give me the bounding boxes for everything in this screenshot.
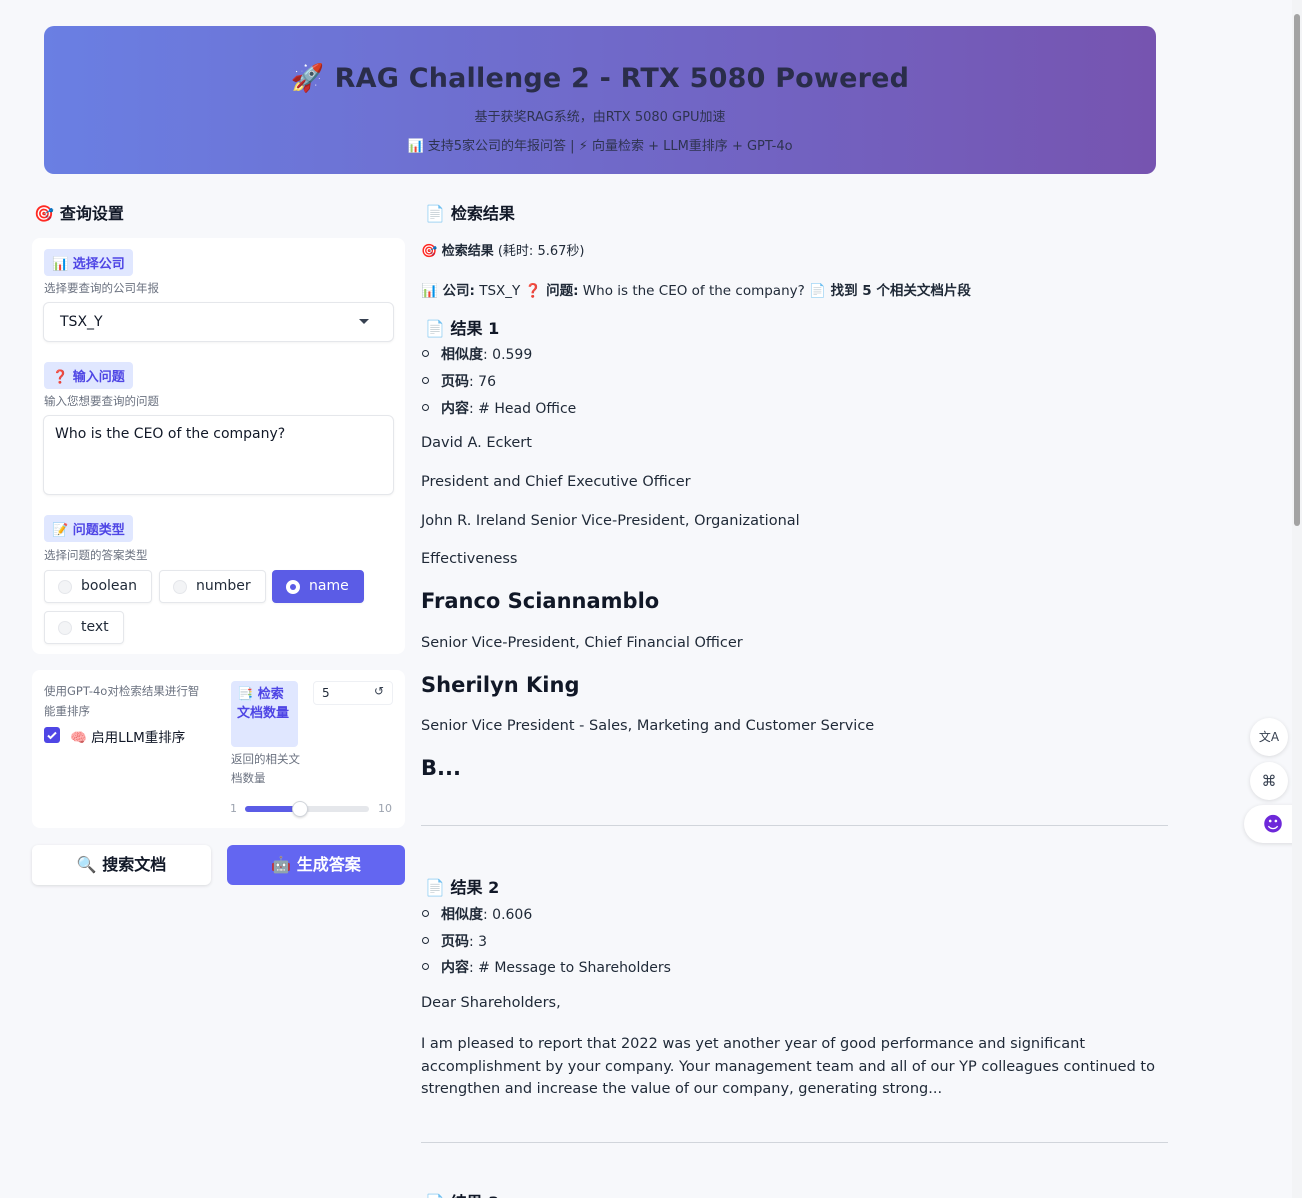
radio-icon xyxy=(173,580,187,594)
result-1-trailing: B... xyxy=(421,756,461,780)
question-label: ❓ 输入问题 xyxy=(44,362,133,389)
query-form-card: 📊 选择公司 选择要查询的公司年报 TSX_Y ❓ 输入问题 输入您想要查询的问… xyxy=(32,238,405,654)
rerank-card: 使用GPT-4o对检索结果进行智能重排序 🧠 启用LLM重排序 📑 检索文档数量… xyxy=(32,670,405,828)
result-2-heading: 📄 结果 2 xyxy=(425,878,500,897)
result-1-content: 内容: # Head Office xyxy=(421,398,576,418)
answer-type-label: 📝 问题类型 xyxy=(44,515,133,542)
result-1-line: Senior Vice-President, Chief Financial O… xyxy=(421,635,743,651)
answer-type-boolean[interactable]: boolean xyxy=(44,570,152,603)
radio-icon xyxy=(58,580,72,594)
question-hint: 输入您想要查询的问题 xyxy=(44,394,159,408)
query-settings-title: 🎯 查询设置 xyxy=(34,204,124,223)
chevron-down-icon xyxy=(359,319,369,324)
slider-min: 1 xyxy=(230,802,237,815)
translate-icon[interactable]: 文A xyxy=(1250,718,1288,756)
company-select[interactable]: TSX_Y xyxy=(43,302,394,342)
answer-type-name[interactable]: name xyxy=(272,570,364,603)
result-3-heading: 📄 结果 3 xyxy=(425,1189,499,1198)
slider-thumb[interactable] xyxy=(292,801,309,817)
result-1-line: President and Chief Executive Officer xyxy=(421,474,691,490)
search-button[interactable]: 🔍 搜索文档 xyxy=(32,845,211,885)
app-header: 🚀 RAG Challenge 2 - RTX 5080 Powered 基于获奖… xyxy=(44,26,1156,174)
results-title: 📄 检索结果 xyxy=(425,204,515,223)
doc-count-hint: 返回的相关文档数量 xyxy=(231,752,300,785)
app-subtitle: 基于获奖RAG系统，由RTX 5080 GPU加速 xyxy=(474,110,726,125)
company-label: 📊 选择公司 xyxy=(44,249,133,276)
result-1-line: Senior Vice President - Sales, Marketing… xyxy=(421,718,875,734)
page-scrollbar[interactable] xyxy=(1292,0,1302,1198)
result-1-name: Franco Sciannamblo xyxy=(421,589,660,613)
app-title: RAG Challenge 2 - RTX 5080 Powered xyxy=(334,63,910,94)
result-1-page: 页码: 76 xyxy=(422,371,496,391)
result-1-line: David A. Eckert xyxy=(421,435,532,451)
divider xyxy=(421,825,1168,826)
reset-icon[interactable]: ↺ xyxy=(374,684,384,698)
result-1-name: Sherilyn King xyxy=(421,673,580,697)
apps-icon[interactable]: ⌘ xyxy=(1250,762,1288,800)
result-2-paragraph: I am pleased to report that 2022 was yet… xyxy=(421,1036,1155,1097)
question-input[interactable]: Who is the CEO of the company? xyxy=(43,415,394,495)
app-features: 📊 支持5家公司的年报问答 | ⚡ 向量检索 + LLM重排序 + GPT-4o xyxy=(407,139,793,154)
doc-count-slider[interactable] xyxy=(245,801,369,817)
slider-max: 10 xyxy=(378,802,392,815)
answer-type-text[interactable]: text xyxy=(44,611,124,644)
result-1-heading: 📄 结果 1 xyxy=(425,319,500,338)
answer-type-hint: 选择问题的答案类型 xyxy=(44,548,148,562)
result-2-similarity: 相似度: 0.606 xyxy=(421,904,532,924)
radio-selected-icon xyxy=(286,580,300,594)
doc-count-label: 📑 检索文档数量 xyxy=(231,681,298,747)
answer-type-number[interactable]: number xyxy=(159,570,266,603)
results-summary: 🎯 检索结果 (耗时: 5.67秒) xyxy=(421,244,585,259)
divider xyxy=(421,1142,1168,1143)
rerank-checkbox[interactable] xyxy=(44,727,60,743)
target-icon: 🎯 xyxy=(34,204,54,223)
result-2-greeting: Dear Shareholders, xyxy=(421,995,561,1011)
rerank-label: 🧠 启用LLM重排序 xyxy=(70,730,186,746)
result-1-similarity: 相似度: 0.599 xyxy=(421,344,532,364)
rerank-hint: 使用GPT-4o对检索结果进行智能重排序 xyxy=(44,684,200,718)
radio-icon xyxy=(58,621,72,635)
result-2-page: 页码: 3 xyxy=(421,931,487,951)
rocket-icon: 🚀 xyxy=(290,63,325,94)
result-1-line: Effectiveness xyxy=(421,551,518,567)
document-icon: 📄 xyxy=(425,204,445,223)
company-hint: 选择要查询的公司年报 xyxy=(44,281,159,295)
check-icon xyxy=(47,731,57,740)
generate-answer-button[interactable]: 🤖 生成答案 xyxy=(227,845,405,885)
results-meta: 📊 公司: TSX_Y ❓ 问题: Who is the CEO of the … xyxy=(421,283,971,299)
result-1-line: John R. Ireland Senior Vice-President, O… xyxy=(421,513,800,529)
scrollbar-thumb[interactable] xyxy=(1294,14,1300,526)
result-2-content: 内容: # Message to Shareholders xyxy=(422,957,671,977)
